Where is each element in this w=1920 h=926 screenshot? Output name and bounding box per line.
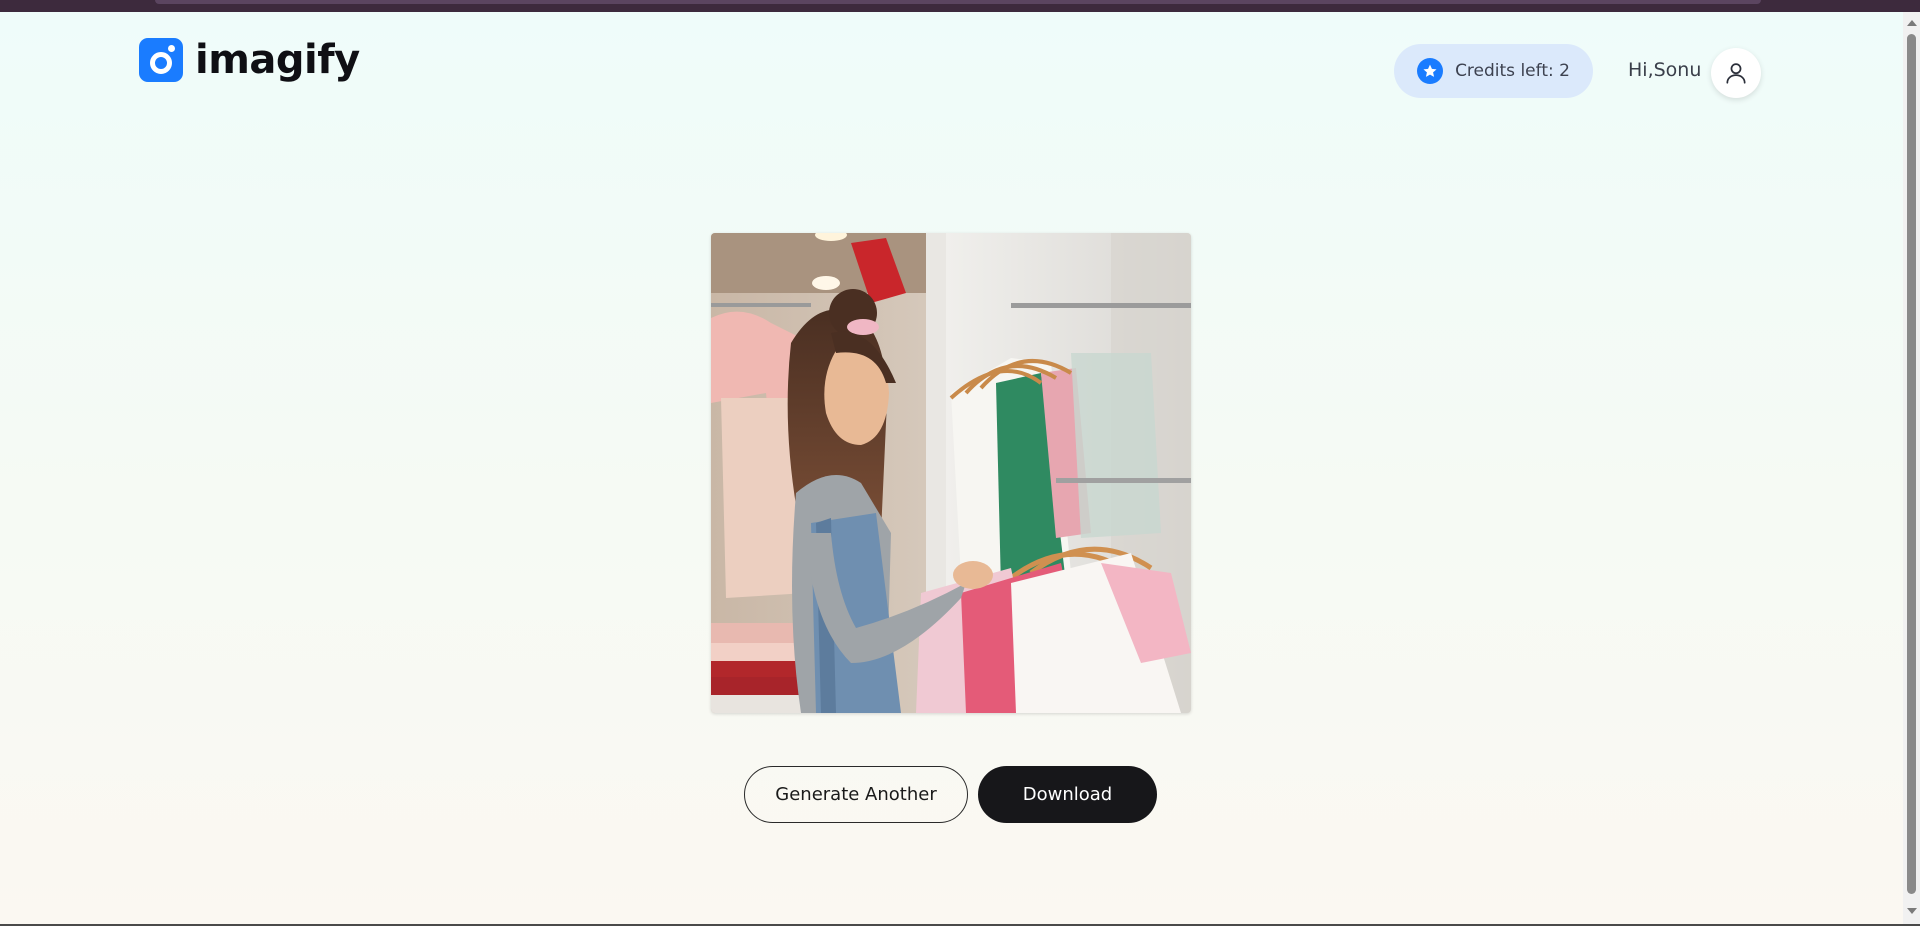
generated-image — [711, 233, 1191, 713]
user-greeting: Hi,Sonu — [1628, 59, 1702, 81]
logo-icon — [139, 38, 183, 82]
credits-label: Credits left: 2 — [1455, 61, 1570, 81]
brand-name: imagify — [195, 37, 360, 83]
profile-avatar-button[interactable] — [1711, 48, 1761, 98]
page-background: imagify Credits left: 2 Hi,Sonu Generate… — [0, 12, 1903, 924]
browser-top-band — [0, 0, 1920, 12]
credits-button[interactable]: Credits left: 2 — [1394, 44, 1593, 98]
download-button[interactable]: Download — [978, 766, 1157, 823]
scroll-up-arrow-icon[interactable] — [1907, 20, 1917, 26]
scroll-down-arrow-icon[interactable] — [1907, 908, 1917, 914]
page-scrollbar[interactable] — [1903, 12, 1920, 924]
brand-logo[interactable]: imagify — [139, 38, 360, 82]
user-icon — [1726, 63, 1746, 84]
generate-another-button[interactable]: Generate Another — [744, 766, 968, 823]
star-icon — [1417, 58, 1444, 84]
scrollbar-thumb[interactable] — [1907, 34, 1916, 894]
browser-tab-strip — [155, 0, 1761, 4]
